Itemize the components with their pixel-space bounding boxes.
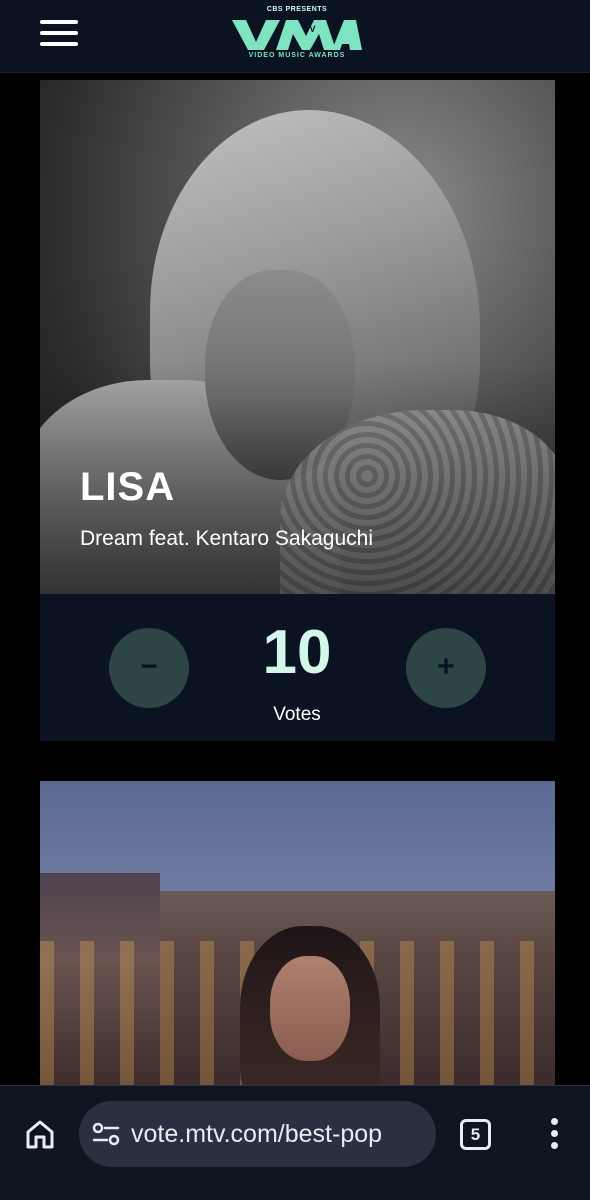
nominee-photo: [40, 781, 555, 1091]
tab-switcher-icon[interactable]: 5: [460, 1119, 491, 1150]
increment-vote-button[interactable]: +: [406, 628, 486, 708]
artist-name: LISA: [80, 465, 176, 509]
vma-logo-mark: TV: [232, 20, 362, 50]
nominee-photo: LISA Dream feat. Kentaro Sakaguchi: [40, 80, 555, 594]
hamburger-menu-icon[interactable]: [40, 18, 78, 48]
site-settings-icon[interactable]: [92, 1121, 120, 1147]
vote-panel: − 10 Votes +: [40, 594, 555, 741]
minus-icon: −: [140, 650, 158, 683]
nominee-card: LISA Dream feat. Kentaro Sakaguchi − 10 …: [40, 80, 555, 741]
logo-tv-text: TV: [304, 24, 316, 34]
url-text: vote.mtv.com/best-pop: [131, 1120, 383, 1148]
votes-label: Votes: [273, 704, 321, 725]
vma-logo[interactable]: CBS PRESENTS TV VIDEO MUSIC AWARDS: [228, 6, 366, 64]
site-header: CBS PRESENTS TV VIDEO MUSIC AWARDS: [0, 0, 590, 73]
plus-icon: +: [437, 650, 455, 683]
browser-toolbar: vote.mtv.com/best-pop 5: [0, 1085, 590, 1200]
tab-count: 5: [470, 1125, 481, 1144]
more-options-icon[interactable]: [546, 1116, 564, 1152]
logo-subtitle: VIDEO MUSIC AWARDS: [248, 52, 346, 59]
nominee-card: [40, 781, 555, 1091]
song-title: Dream feat. Kentaro Sakaguchi: [80, 527, 373, 550]
page: CBS PRESENTS TV VIDEO MUSIC AWARDS LISA …: [0, 0, 590, 1200]
logo-presenter-text: CBS PRESENTS: [266, 6, 328, 13]
home-icon[interactable]: [24, 1118, 56, 1150]
vote-count: 10: [262, 618, 332, 687]
address-bar[interactable]: vote.mtv.com/best-pop: [79, 1101, 436, 1167]
decrement-vote-button[interactable]: −: [109, 628, 189, 708]
